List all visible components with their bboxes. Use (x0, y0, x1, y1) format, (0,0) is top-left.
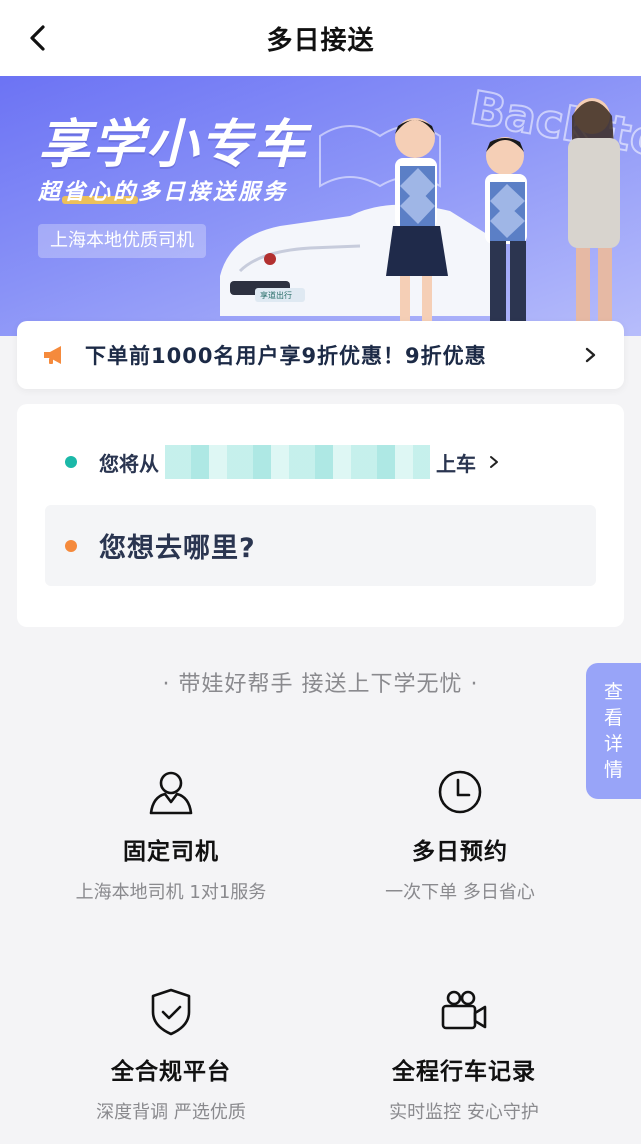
promo-text: 下单前1000名用户享9折优惠！9折优惠 (85, 344, 487, 368)
pickup-prefix: 您将从 (99, 451, 159, 476)
destination-input[interactable]: 您想去哪里? (45, 505, 596, 586)
promo-banner: Back to School 享道出行 享学小专车 超省心的多 (0, 76, 641, 336)
feature-title: 固定司机 (123, 839, 219, 865)
side-tab-char: 查 (603, 681, 623, 703)
chevron-right-icon (585, 347, 596, 363)
clock-icon (438, 770, 482, 814)
car-plate: 享道出行 (260, 290, 292, 300)
feature-desc: 实时监控 安心守护 (389, 1102, 539, 1123)
feature-trip-recording: 全程行车记录 实时监控 安心守护 (314, 986, 614, 1124)
page-title: 多日接送 (266, 25, 375, 56)
side-tab-char: 看 (603, 707, 623, 729)
megaphone-icon (44, 346, 61, 364)
destination-dot (65, 539, 77, 552)
video-camera-icon (441, 990, 487, 1030)
back-button[interactable] (18, 18, 58, 58)
feature-title: 全程行车记录 (392, 1059, 536, 1085)
chevron-right-icon (490, 456, 498, 468)
feature-fixed-driver: 固定司机 上海本地司机 1对1服务 (21, 766, 321, 904)
feature-compliant-platform: 全合规平台 深度背调 严选优质 (21, 986, 321, 1124)
discount-promo-bar[interactable]: 下单前1000名用户享9折优惠！9折优惠 (17, 321, 624, 389)
shield-check-icon (151, 988, 191, 1036)
driver-icon (149, 771, 193, 815)
feature-title: 多日预约 (412, 839, 508, 865)
driver-tag: 上海本地优质司机 (38, 224, 206, 258)
feature-desc: 深度背调 严选优质 (96, 1102, 246, 1123)
pickup-suffix: 上车 (436, 451, 476, 476)
feature-desc: 一次下单 多日省心 (385, 882, 535, 903)
location-card: 您将从 上车 您想去哪里? (17, 404, 624, 627)
feature-title: 全合规平台 (111, 1059, 231, 1085)
pickup-dot (65, 456, 77, 468)
pickup-location-row[interactable]: 您将从 上车 (65, 444, 502, 480)
side-tab-char: 详 (603, 733, 623, 755)
feature-desc: 上海本地司机 1对1服务 (75, 882, 267, 903)
nav-header: 多日接送 (0, 0, 641, 76)
banner-subtitle: 超省心的多日接送服务 (38, 180, 289, 205)
pickup-address-blurred (165, 445, 430, 479)
banner-title: 享学小专车 (38, 115, 309, 175)
slogan-text: · 带娃好帮手 接送上下学无忧 · (162, 672, 479, 697)
destination-placeholder: 您想去哪里? (99, 533, 256, 564)
chevron-left-icon (30, 25, 45, 51)
feature-multi-day: 多日预约 一次下单 多日省心 (310, 766, 610, 904)
